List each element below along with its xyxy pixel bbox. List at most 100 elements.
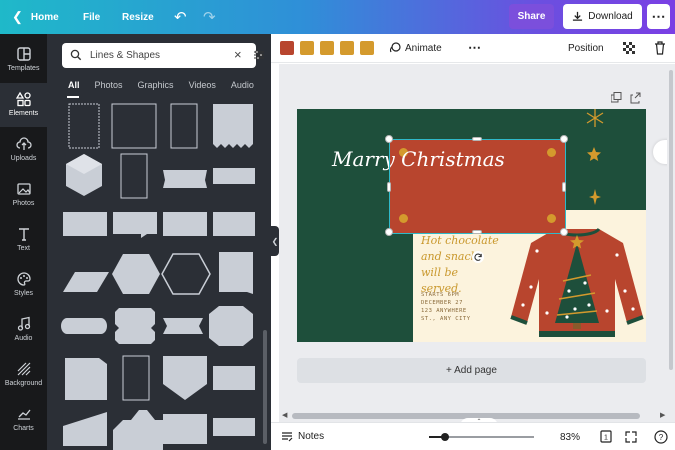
search-input[interactable]	[90, 48, 210, 63]
rectangle-shape[interactable]	[63, 212, 107, 236]
resize-handle[interactable]	[562, 182, 566, 192]
filter-icon[interactable]	[253, 49, 265, 61]
parallelogram-shape[interactable]	[63, 272, 109, 292]
resize-handle[interactable]	[385, 135, 393, 143]
resize-menu[interactable]: Resize	[122, 0, 154, 34]
resize-handle[interactable]	[387, 182, 391, 192]
sidebar-item-styles[interactable]: Styles	[0, 263, 47, 307]
resize-handle[interactable]	[560, 228, 568, 236]
category-tabs: All Photos Graphics Videos Audio	[68, 80, 269, 94]
slanted-shape[interactable]	[213, 366, 255, 390]
sidebar-item-audio[interactable]: Audio	[0, 308, 47, 352]
color-swatch[interactable]	[340, 41, 354, 55]
color-swatch[interactable]	[360, 41, 374, 55]
sidebar-item-text[interactable]: Text	[0, 218, 47, 262]
frame-shape[interactable]	[111, 103, 157, 149]
box-3d-shape[interactable]	[65, 358, 107, 400]
color-swatch[interactable]	[300, 41, 314, 55]
sidebar-item-label: Text	[17, 245, 30, 252]
top-bar: ❮ Home File Resize ↶ ↷ Share Download ⋯	[0, 0, 675, 34]
rectangle-shape[interactable]	[213, 212, 255, 236]
resize-handle[interactable]	[472, 230, 482, 234]
frame-shape[interactable]	[68, 103, 100, 149]
sidebar-item-uploads[interactable]: Uploads	[0, 128, 47, 172]
elements-panel: × All Photos Graphics Videos Audio	[47, 34, 271, 450]
fullscreen-icon[interactable]	[625, 431, 637, 443]
zoom-percent[interactable]: 83%	[560, 432, 580, 443]
page-count-icon[interactable]: 1	[600, 430, 612, 443]
notes-label: Notes	[298, 431, 325, 442]
arch-shape[interactable]	[113, 410, 163, 450]
resize-handle[interactable]	[472, 137, 482, 141]
shield-shape[interactable]	[163, 356, 207, 400]
editor-toolbar: Animate ⋯ Position	[271, 34, 675, 63]
add-page-icon[interactable]	[630, 92, 641, 104]
rectangle-shape[interactable]	[163, 414, 207, 444]
duplicate-page-icon[interactable]	[611, 92, 622, 103]
hexagon-outline-shape[interactable]	[161, 253, 211, 295]
help-icon[interactable]: ?	[654, 430, 668, 444]
notes-button[interactable]: Notes	[281, 431, 324, 442]
rectangle-shape[interactable]	[213, 418, 255, 436]
download-button[interactable]: Download	[563, 4, 642, 29]
sidebar-item-templates[interactable]: Templates	[0, 38, 47, 82]
event-details-text[interactable]: STARTS 6PM DECEMBER 27 123 ANYWHERE ST.,…	[421, 291, 501, 323]
cylinder-shape[interactable]	[61, 318, 107, 334]
badge-shape[interactable]	[115, 308, 155, 344]
transparency-icon[interactable]	[623, 42, 635, 54]
octagon-shape[interactable]	[209, 306, 253, 346]
collapse-panel-icon[interactable]: ❮	[271, 226, 279, 256]
templates-icon	[16, 47, 31, 61]
animate-button[interactable]: Animate	[389, 42, 442, 54]
frame-shape[interactable]	[170, 103, 198, 149]
sidebar-item-photos[interactable]: Photos	[0, 173, 47, 217]
panel-scrollbar[interactable]	[263, 330, 267, 444]
callout-shape[interactable]	[163, 212, 207, 236]
zoom-slider-handle[interactable]	[440, 433, 449, 441]
callout-shape[interactable]	[113, 212, 157, 238]
hexagon-shape[interactable]	[112, 254, 160, 294]
share-button[interactable]: Share	[509, 4, 554, 29]
resize-handle[interactable]	[560, 135, 568, 143]
ribbon-shape[interactable]	[163, 318, 203, 334]
clear-search-icon[interactable]: ×	[234, 47, 242, 62]
trash-icon[interactable]	[654, 41, 666, 55]
position-button[interactable]: Position	[568, 43, 604, 54]
sidebar-item-elements[interactable]: Elements	[0, 83, 47, 127]
scroll-right-icon[interactable]: ▶	[660, 411, 665, 419]
frame-shape[interactable]	[120, 153, 148, 199]
home-button[interactable]: ❮ Home	[12, 0, 59, 34]
scroll-left-icon[interactable]: ◀	[282, 411, 287, 419]
add-page-button[interactable]: + Add page	[297, 358, 646, 383]
banner-shape[interactable]	[163, 170, 207, 188]
tab-videos[interactable]: Videos	[189, 80, 216, 94]
box-shape[interactable]	[213, 168, 255, 184]
frame-shape[interactable]	[122, 355, 150, 401]
more-options-icon[interactable]: ⋯	[647, 4, 670, 29]
undo-icon[interactable]: ↶	[174, 0, 187, 34]
tab-photos[interactable]: Photos	[95, 80, 123, 94]
ticket-shape[interactable]	[213, 104, 253, 148]
color-swatch[interactable]	[280, 41, 294, 55]
more-icon[interactable]: ⋯	[468, 40, 481, 56]
hot-chocolate-text[interactable]: Hot chocolate and snacks will be served.	[421, 233, 501, 297]
sidebar-item-background[interactable]: Background	[0, 353, 47, 397]
resize-handle[interactable]	[385, 228, 393, 236]
tab-audio[interactable]: Audio	[231, 80, 254, 94]
redo-icon[interactable]: ↷	[203, 0, 216, 34]
text-line: DECEMBER 27	[421, 300, 463, 306]
flag-shape[interactable]	[219, 252, 253, 294]
tab-graphics[interactable]: Graphics	[138, 80, 174, 94]
christmas-sweater-graphic[interactable]	[507, 221, 646, 339]
sidebar-item-label: Templates	[7, 65, 40, 72]
elements-icon	[15, 91, 31, 107]
scrollbar-thumb[interactable]	[669, 70, 673, 370]
sidebar-item-label: Audio	[14, 335, 33, 342]
rotate-icon[interactable]	[472, 251, 484, 263]
file-menu[interactable]: File	[83, 0, 100, 34]
color-swatch[interactable]	[320, 41, 334, 55]
trapezoid-shape[interactable]	[63, 412, 107, 446]
vertical-scrollbar[interactable]	[667, 64, 675, 410]
sidebar-item-charts[interactable]: Charts	[0, 398, 47, 442]
tab-all[interactable]: All	[68, 80, 80, 94]
